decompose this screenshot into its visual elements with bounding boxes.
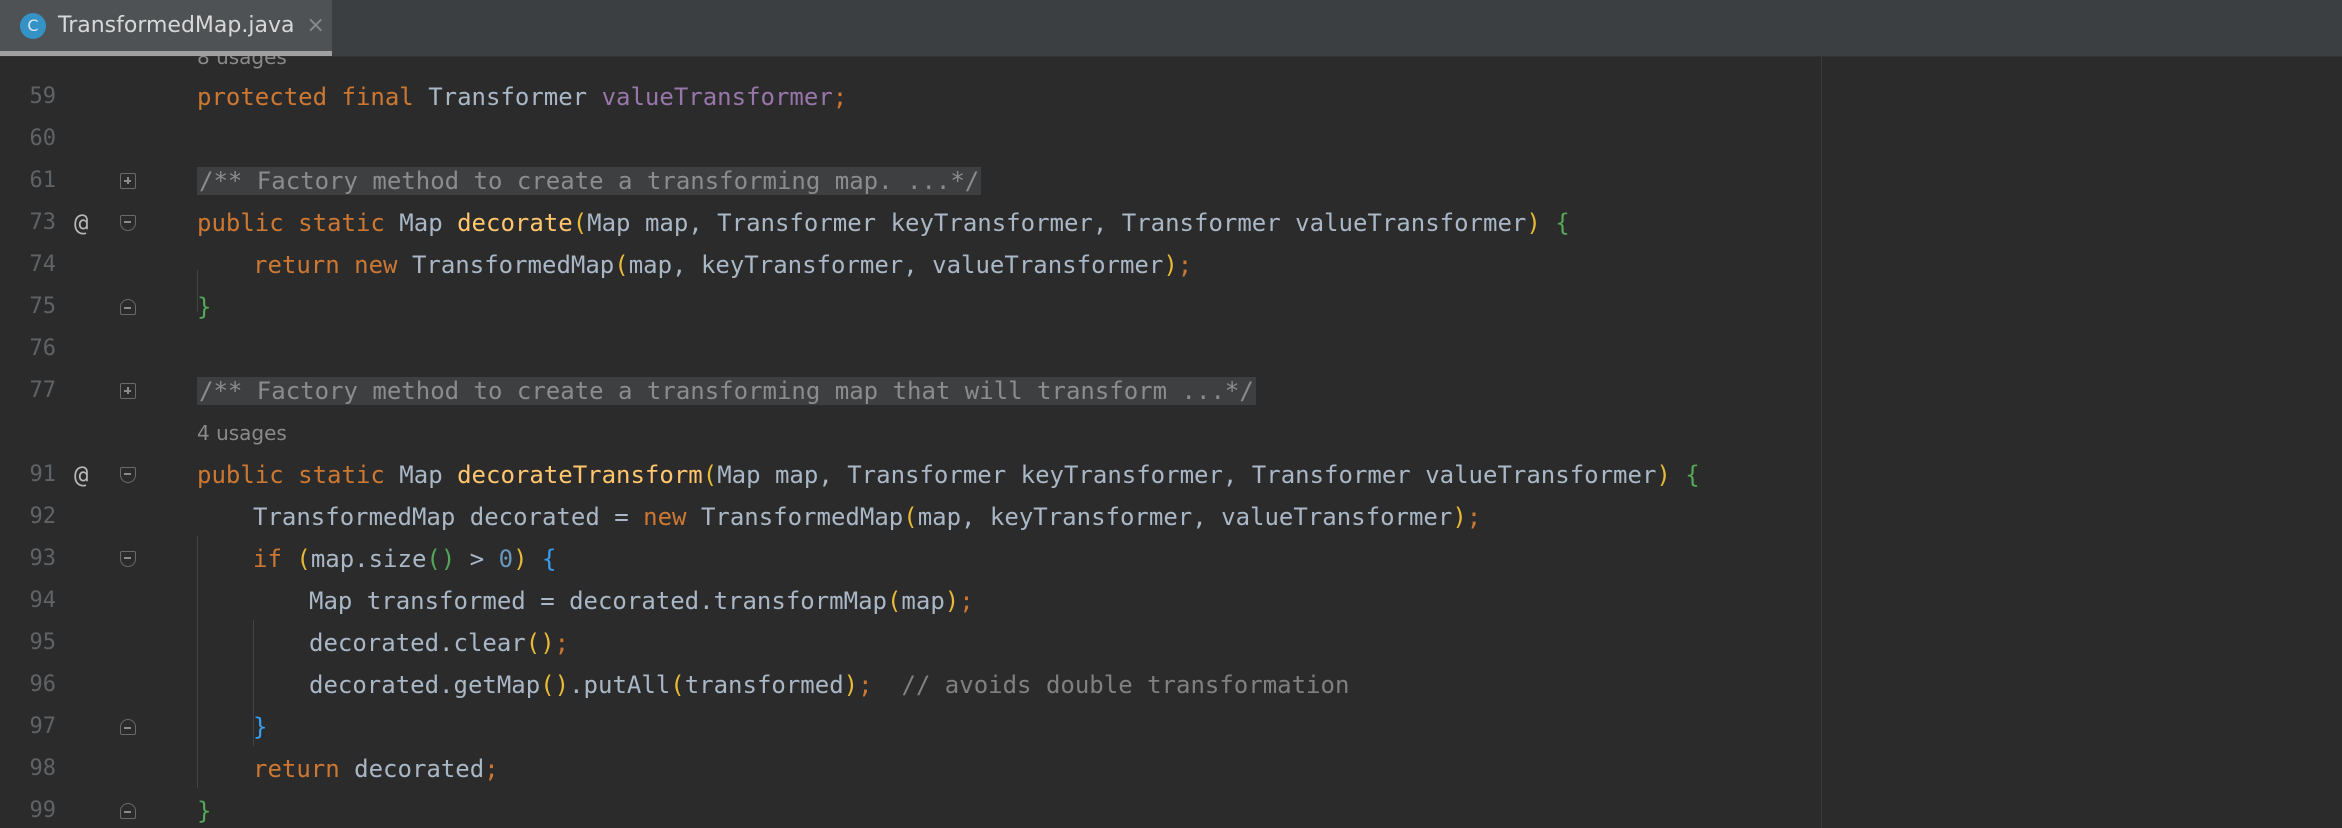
expand-fold-icon[interactable] [120, 173, 136, 189]
code-text: return decorated; [253, 755, 499, 783]
code-line: 76 [0, 328, 2342, 370]
override-marker-icon[interactable]: @ [74, 202, 88, 244]
editor-tab-bar: C TransformedMap.java × [0, 0, 2342, 57]
code-text: } [197, 797, 212, 825]
override-marker-icon[interactable]: @ [74, 454, 88, 496]
code-text: } [253, 713, 268, 741]
line-number: 94 [29, 588, 57, 613]
line-number: 99 [29, 798, 57, 823]
collapse-fold-icon[interactable] [120, 719, 136, 735]
code-line: 98 return decorated; [0, 748, 2342, 790]
code-line: 96 decorated.getMap().putAll(transformed… [0, 664, 2342, 706]
code-line: 94 Map transformed = decorated.transform… [0, 580, 2342, 622]
usages-hint[interactable]: 4 usages [197, 412, 287, 454]
tab-label: TransformedMap.java [58, 13, 295, 38]
line-number: 74 [29, 252, 57, 277]
code-line: 95 decorated.clear(); [0, 622, 2342, 664]
code-line: 91 @ public static Map decorateTransform… [0, 454, 2342, 496]
java-class-icon: C [20, 12, 46, 39]
tab-transformedmap-java[interactable]: C TransformedMap.java × [0, 0, 332, 56]
usages-hint[interactable]: 8 usages [197, 56, 287, 78]
collapse-fold-icon[interactable] [120, 551, 136, 567]
collapse-fold-icon[interactable] [120, 299, 136, 315]
code-text: TransformedMap decorated = new Transform… [253, 503, 1482, 531]
line-number: 95 [29, 630, 57, 655]
code-text: Map transformed = decorated.transformMap… [309, 587, 974, 615]
code-text: decorated.clear(); [309, 629, 570, 657]
line-number: 73 [29, 210, 57, 235]
code-line: 97 } [0, 706, 2342, 748]
code-line: 92 TransformedMap decorated = new Transf… [0, 496, 2342, 538]
line-number: 77 [29, 378, 57, 403]
code-text: if (map.size() > 0) { [253, 545, 557, 573]
line-number: 75 [29, 294, 57, 319]
line-number: 76 [29, 336, 57, 361]
line-number: 92 [29, 504, 57, 529]
expand-fold-icon[interactable] [120, 383, 136, 399]
code-editor[interactable]: 8 usages 59 protected final Transformer … [0, 56, 2342, 828]
line-number: 59 [29, 84, 57, 109]
line-number: 98 [29, 756, 57, 781]
code-text: return new TransformedMap(map, keyTransf… [253, 251, 1193, 279]
line-number: 96 [29, 672, 57, 697]
collapse-fold-icon[interactable] [120, 215, 136, 231]
code-line: 59 protected final Transformer valueTran… [0, 76, 2342, 118]
collapse-fold-icon[interactable] [120, 803, 136, 819]
collapse-fold-icon[interactable] [120, 467, 136, 483]
code-text: protected final Transformer valueTransfo… [197, 83, 848, 111]
code-line: 60 [0, 118, 2342, 160]
code-line: 77 /** Factory method to create a transf… [0, 370, 2342, 412]
code-line: 74 return new TransformedMap(map, keyTra… [0, 244, 2342, 286]
close-icon[interactable]: × [306, 13, 324, 38]
code-line: 93 if (map.size() > 0) { [0, 538, 2342, 580]
line-number: 91 [29, 462, 57, 487]
line-number: 93 [29, 546, 57, 571]
line-number: 60 [29, 126, 57, 151]
code-text: } [197, 293, 212, 321]
code-text: public static Map decorateTransform(Map … [197, 461, 1700, 489]
code-text: decorated.getMap().putAll(transformed); … [309, 671, 1350, 699]
code-text: public static Map decorate(Map map, Tran… [197, 209, 1570, 237]
code-line: 73 @ public static Map decorate(Map map,… [0, 202, 2342, 244]
code-line: 99 } [0, 790, 2342, 828]
folded-comment[interactable]: /** Factory method to create a transform… [197, 160, 982, 202]
code-line: 61 /** Factory method to create a transf… [0, 160, 2342, 202]
line-number: 97 [29, 714, 57, 739]
folded-comment[interactable]: /** Factory method to create a transform… [197, 370, 1256, 412]
code-line: 75 } [0, 286, 2342, 328]
line-number: 61 [29, 168, 57, 193]
